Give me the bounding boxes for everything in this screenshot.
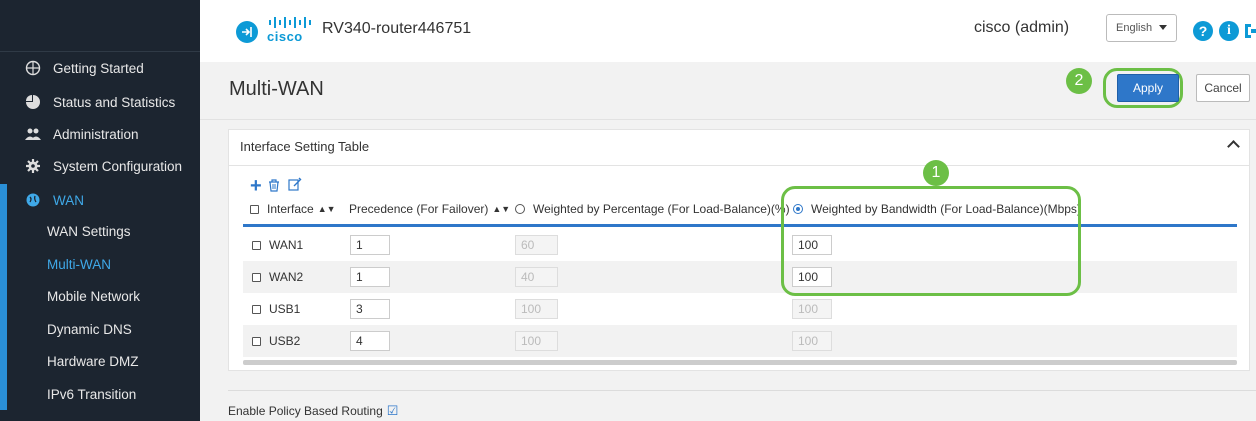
sidebar-subitem-hardware-dmz[interactable]: Hardware DMZ <box>47 345 139 377</box>
policy-routing-checkbox[interactable]: ☑ <box>387 403 399 419</box>
sort-icon[interactable]: ▲▼ <box>492 204 510 214</box>
precedence-input[interactable]: 3 <box>350 299 390 319</box>
table-row: USB2 4 100 100 <box>243 325 1237 357</box>
horizontal-scrollbar[interactable] <box>243 360 1237 365</box>
table-header-line <box>243 224 1237 227</box>
table-row: USB1 3 100 100 <box>243 293 1237 325</box>
precedence-input[interactable]: 1 <box>350 267 390 287</box>
precedence-input[interactable]: 1 <box>350 235 390 255</box>
pie-chart-icon <box>23 95 43 109</box>
row-checkbox[interactable] <box>252 240 261 250</box>
getting-started-icon <box>23 60 43 76</box>
row-checkbox[interactable] <box>252 304 261 314</box>
bandwidth-input: 100 <box>792 299 832 319</box>
sort-icon[interactable]: ▲▼ <box>318 204 336 214</box>
interface-name: WAN2 <box>269 270 304 284</box>
sidebar-subitem-dynamic-dns[interactable]: Dynamic DNS <box>47 313 132 345</box>
sidebar-item-label: WAN <box>53 192 84 208</box>
percentage-input: 100 <box>515 299 558 319</box>
info-icon[interactable]: i <box>1219 21 1239 41</box>
percentage-input: 60 <box>515 235 558 255</box>
globe-icon <box>23 193 43 207</box>
policy-based-routing-label: Enable Policy Based Routing <box>228 404 383 418</box>
apply-button[interactable]: Apply <box>1117 74 1179 102</box>
logout-icon[interactable] <box>1243 21 1256 44</box>
sidebar-item-label: Getting Started <box>53 60 144 76</box>
policy-based-routing[interactable]: Enable Policy Based Routing ☑ <box>228 403 398 419</box>
sidebar-item-administration[interactable]: Administration <box>0 118 200 150</box>
sidebar-item-label: System Configuration <box>53 158 183 174</box>
sidebar-item-wan[interactable]: WAN <box>0 184 200 216</box>
sidebar-item-system-configuration[interactable]: System Configuration <box>0 150 200 182</box>
percentage-input: 100 <box>515 331 558 351</box>
cancel-button[interactable]: Cancel <box>1196 74 1250 102</box>
annotation-step-2: 2 <box>1066 68 1092 94</box>
sidebar-subitem-multi-wan[interactable]: Multi-WAN <box>47 248 111 280</box>
table-row: WAN1 1 60 100 <box>243 229 1237 261</box>
panel-title: Interface Setting Table <box>240 139 370 154</box>
sidebar-item-label: Administration <box>53 126 139 142</box>
router-name: RV340-router446751 <box>322 20 472 37</box>
wan-section-accent <box>0 184 7 410</box>
header-precedence-label: Precedence (For Failover) <box>349 202 489 216</box>
header-interface[interactable]: Interface ▲▼ <box>250 202 336 216</box>
top-header: cisco RV340-router446751 cisco (admin) E… <box>200 0 1256 62</box>
sidebar-top <box>0 0 200 52</box>
table-row: WAN2 1 40 100 <box>243 261 1237 293</box>
weighted-percentage-radio[interactable] <box>515 204 525 214</box>
precedence-input[interactable]: 4 <box>350 331 390 351</box>
users-icon <box>23 127 43 141</box>
sidebar: Getting Started Status and Statistics Ad… <box>0 0 200 421</box>
interface-name: USB1 <box>269 302 301 316</box>
percentage-input: 40 <box>515 267 558 287</box>
sidebar-subitem-ipv6-transition[interactable]: IPv6 Transition <box>47 378 136 410</box>
annotation-highlight-bandwidth <box>781 186 1081 296</box>
content-area: Interface Setting Table + Interface ▲▼ P… <box>200 120 1256 421</box>
header-weighted-percentage[interactable]: Weighted by Percentage (For Load-Balance… <box>515 202 790 216</box>
language-select[interactable]: English <box>1106 14 1177 42</box>
annotation-step-1: 1 <box>923 160 949 186</box>
interface-setting-panel: Interface Setting Table + Interface ▲▼ P… <box>228 129 1250 371</box>
cisco-logo: cisco <box>267 15 311 45</box>
cisco-wordmark: cisco <box>267 29 303 44</box>
collapse-icon[interactable] <box>1227 140 1240 153</box>
page-header: Multi-WAN 2 Apply Cancel <box>200 62 1256 120</box>
interface-name: USB2 <box>269 334 301 348</box>
add-icon[interactable]: + <box>250 176 262 196</box>
select-all-checkbox[interactable] <box>250 204 259 214</box>
header-weighted-percentage-label: Weighted by Percentage (For Load-Balance… <box>533 202 790 216</box>
sidebar-subitem-wan-settings[interactable]: WAN Settings <box>47 215 131 247</box>
chevron-down-icon <box>1159 25 1167 30</box>
delete-icon[interactable] <box>268 179 280 195</box>
bandwidth-input: 100 <box>792 331 832 351</box>
sidebar-item-getting-started[interactable]: Getting Started <box>0 52 200 84</box>
help-icon[interactable]: ? <box>1193 21 1213 41</box>
row-checkbox[interactable] <box>252 336 261 346</box>
panel-divider <box>229 165 1249 166</box>
gear-icon <box>23 159 43 173</box>
interface-name: WAN1 <box>269 238 304 252</box>
header-precedence[interactable]: Precedence (For Failover) ▲▼ <box>349 202 510 216</box>
language-value: English <box>1116 22 1153 34</box>
section-divider <box>228 390 1256 391</box>
sidebar-item-status-and-statistics[interactable]: Status and Statistics <box>0 86 200 118</box>
row-checkbox[interactable] <box>252 272 261 282</box>
sidebar-subitem-mobile-network[interactable]: Mobile Network <box>47 280 140 312</box>
page-title: Multi-WAN <box>229 78 324 100</box>
user-label: cisco (admin) <box>974 19 1070 36</box>
header-interface-label: Interface <box>267 202 314 216</box>
edit-icon[interactable] <box>288 177 302 194</box>
sidebar-item-label: Status and Statistics <box>53 94 176 110</box>
collapse-menu-icon[interactable] <box>236 21 258 43</box>
